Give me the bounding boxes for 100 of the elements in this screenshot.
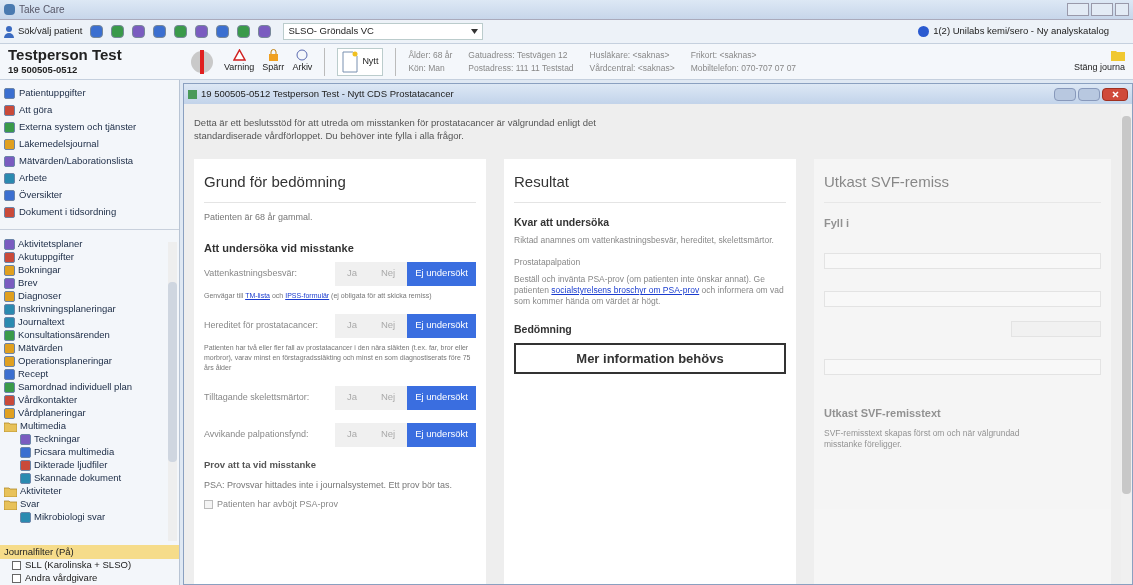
- question-label: Tilltagande skelettsmärtor:: [204, 390, 311, 404]
- option-toggle[interactable]: Ej undersökt: [407, 385, 476, 410]
- toolbar-icon[interactable]: [258, 25, 272, 38]
- tree-item[interactable]: Diagnoser: [18, 289, 62, 304]
- window-title: Take Care: [19, 3, 65, 17]
- journal-filter-header[interactable]: Journalfilter (På): [0, 545, 179, 559]
- new-button[interactable]: Nytt: [337, 47, 384, 76]
- section-title: Att undersöka vid misstanke: [204, 241, 355, 256]
- toolbar-icon[interactable]: [153, 25, 167, 38]
- question-label: Avvikande palpationsfynd:: [204, 427, 310, 441]
- app-icon: [4, 4, 15, 15]
- checkbox-label: Patienten har avböjt PSA-prov: [217, 497, 339, 511]
- checkbox[interactable]: [12, 574, 21, 583]
- option-toggle[interactable]: Ej undersökt: [407, 313, 476, 338]
- section-title: Kvar att undersöka: [514, 214, 611, 230]
- tree-item[interactable]: Brev: [18, 276, 38, 291]
- nav-icon: [4, 122, 15, 133]
- option-toggle[interactable]: Ej undersökt: [407, 422, 476, 447]
- tree-item[interactable]: Recept: [18, 367, 49, 382]
- tree-item[interactable]: Samordnad individuell plan: [18, 380, 133, 395]
- tree-item[interactable]: Skannade dokument: [34, 471, 122, 486]
- tree-item[interactable]: Vårdplaneringar: [18, 406, 86, 421]
- tree-item[interactable]: Akutuppgifter: [18, 250, 74, 265]
- remaining-item: Prostatapalpation: [514, 257, 582, 269]
- tree-item[interactable]: Multimedia: [20, 419, 66, 434]
- nav-item[interactable]: Mätvärden/Laborationslista: [19, 154, 134, 169]
- tree-item[interactable]: Journaltext: [18, 315, 65, 330]
- toolbar-icon[interactable]: [195, 25, 209, 38]
- nav-icon: [4, 207, 15, 218]
- alert-icon: [188, 48, 216, 75]
- nav-item[interactable]: Externa system och tjänster: [19, 120, 137, 135]
- checkbox[interactable]: [12, 561, 21, 570]
- patient-field: Ålder: 68 år: [408, 48, 453, 62]
- tree-item[interactable]: Dikterade ljudfiler: [34, 458, 108, 473]
- tree-item[interactable]: Bokningar: [18, 263, 61, 278]
- toolbar-icon[interactable]: [132, 25, 146, 38]
- section-title: Bedömning: [514, 322, 573, 338]
- toolbar-icon[interactable]: [237, 25, 251, 38]
- tree-item[interactable]: Svar: [20, 497, 40, 512]
- psa-text: PSA: Provsvar hittades inte i journalsystemet. Ett prov bör tas.: [204, 478, 454, 492]
- tree-item[interactable]: Mikrobiologi svar: [34, 510, 106, 525]
- filter-label: Andra vårdgivare: [25, 571, 98, 585]
- assessment-result: Mer information behövs: [514, 343, 786, 374]
- close-icon: [1111, 90, 1119, 98]
- patient-field: Mobiltelefon: 070-707 07 07: [690, 61, 797, 75]
- toolbar-icon[interactable]: [90, 25, 104, 38]
- folder-icon: [4, 421, 17, 432]
- dropdown-caret-icon: [471, 29, 479, 34]
- nav-icon: [4, 156, 15, 167]
- close-journal-button[interactable]: Stäng journa: [1073, 48, 1125, 75]
- tree-item[interactable]: Aktiviteter: [20, 484, 62, 499]
- toolbar-icon[interactable]: [216, 25, 230, 38]
- nav-item[interactable]: Läkemedelsjournal: [19, 137, 99, 152]
- restore-button[interactable]: [1091, 3, 1113, 16]
- patient-field: Frikort: <saknas>: [690, 48, 797, 62]
- tree-item[interactable]: Inskrivningsplaneringar: [18, 302, 116, 317]
- tree-item[interactable]: Konsultationsärenden: [18, 328, 110, 343]
- tree-item[interactable]: Aktivitetsplaner: [18, 237, 83, 252]
- patient-search-button[interactable]: Sök/välj patient: [4, 24, 83, 39]
- order-text: Beställ och invänta PSA-prov (om patienten inte önskar annat). Ge patienten socialstyrelsens broschyr om PSA-prov och informera om vad som kommer hända om värdet är högt.: [514, 274, 785, 308]
- minimize-button[interactable]: [1054, 87, 1076, 101]
- link[interactable]: socialstyrelsens broschyr om PSA-prov: [551, 285, 700, 296]
- toolbar-icon[interactable]: [111, 25, 125, 38]
- close-button[interactable]: [1102, 87, 1128, 101]
- remaining-item: Riktad anamnes om vattenkastningsbesvär, hereditet, skelettsmärtor.: [514, 235, 775, 247]
- unit-dropdown[interactable]: SLSO- Gröndals VC: [283, 23, 484, 40]
- nav-item[interactable]: Översikter: [19, 188, 63, 203]
- notice-link[interactable]: 1(2) Unilabs kemi/sero - Ny analyskatalog: [933, 24, 1109, 39]
- tree-item[interactable]: Vårdkontakter: [18, 393, 78, 408]
- tree-item[interactable]: Operationsplaneringar: [18, 354, 112, 369]
- info-icon: [918, 26, 930, 37]
- nav-item[interactable]: Arbete: [19, 171, 47, 186]
- patient-action-button[interactable]: Arkiv: [292, 48, 313, 75]
- folder-icon: [4, 486, 17, 497]
- toolbar-icon[interactable]: [174, 25, 188, 38]
- patient-action-button[interactable]: Spärr: [262, 48, 285, 75]
- minimize-button[interactable]: [1067, 3, 1089, 16]
- nav-item[interactable]: Att göra: [19, 103, 53, 118]
- patient-field: Gatuadress: Testvägen 12: [468, 48, 574, 62]
- intro-text: Detta är ett beslutsstöd för att utreda om misstanken för prostatacancer är välgrundad enligt det standardiserade vårdförloppet. Du behöver inte fylla i alla frågor.: [194, 116, 597, 142]
- scrollbar[interactable]: [168, 242, 177, 541]
- lock-icon: [267, 48, 279, 61]
- folder-icon: [1111, 48, 1125, 61]
- patient-action-button[interactable]: Varning: [224, 48, 255, 75]
- option-toggle[interactable]: Ej undersökt: [407, 261, 476, 286]
- question-label: Hereditet för prostatacancer:: [204, 318, 320, 332]
- patient-field: Kön: Man: [408, 61, 453, 75]
- filter-label: SLL (Karolinska + SLSO): [25, 558, 132, 573]
- dialog-icon: [188, 89, 197, 99]
- section-title: Utkast SVF-remisstext: [824, 406, 942, 421]
- card-title: Resultat: [514, 171, 786, 203]
- section-title: Prov att ta vid misstanke: [204, 457, 317, 472]
- patient-field: Vårdcentral: <saknas>: [589, 61, 675, 75]
- tree-item[interactable]: Picsara multimedia: [34, 445, 115, 460]
- tree-item[interactable]: Mätvärden: [18, 341, 63, 356]
- nav-item[interactable]: Patientuppgifter: [19, 86, 86, 101]
- tree-item[interactable]: Teckningar: [34, 432, 80, 447]
- nav-item[interactable]: Dokument i tidsordning: [19, 205, 117, 220]
- checkbox[interactable]: [204, 500, 213, 509]
- patient-id: 19 500505-0512: [8, 63, 79, 77]
